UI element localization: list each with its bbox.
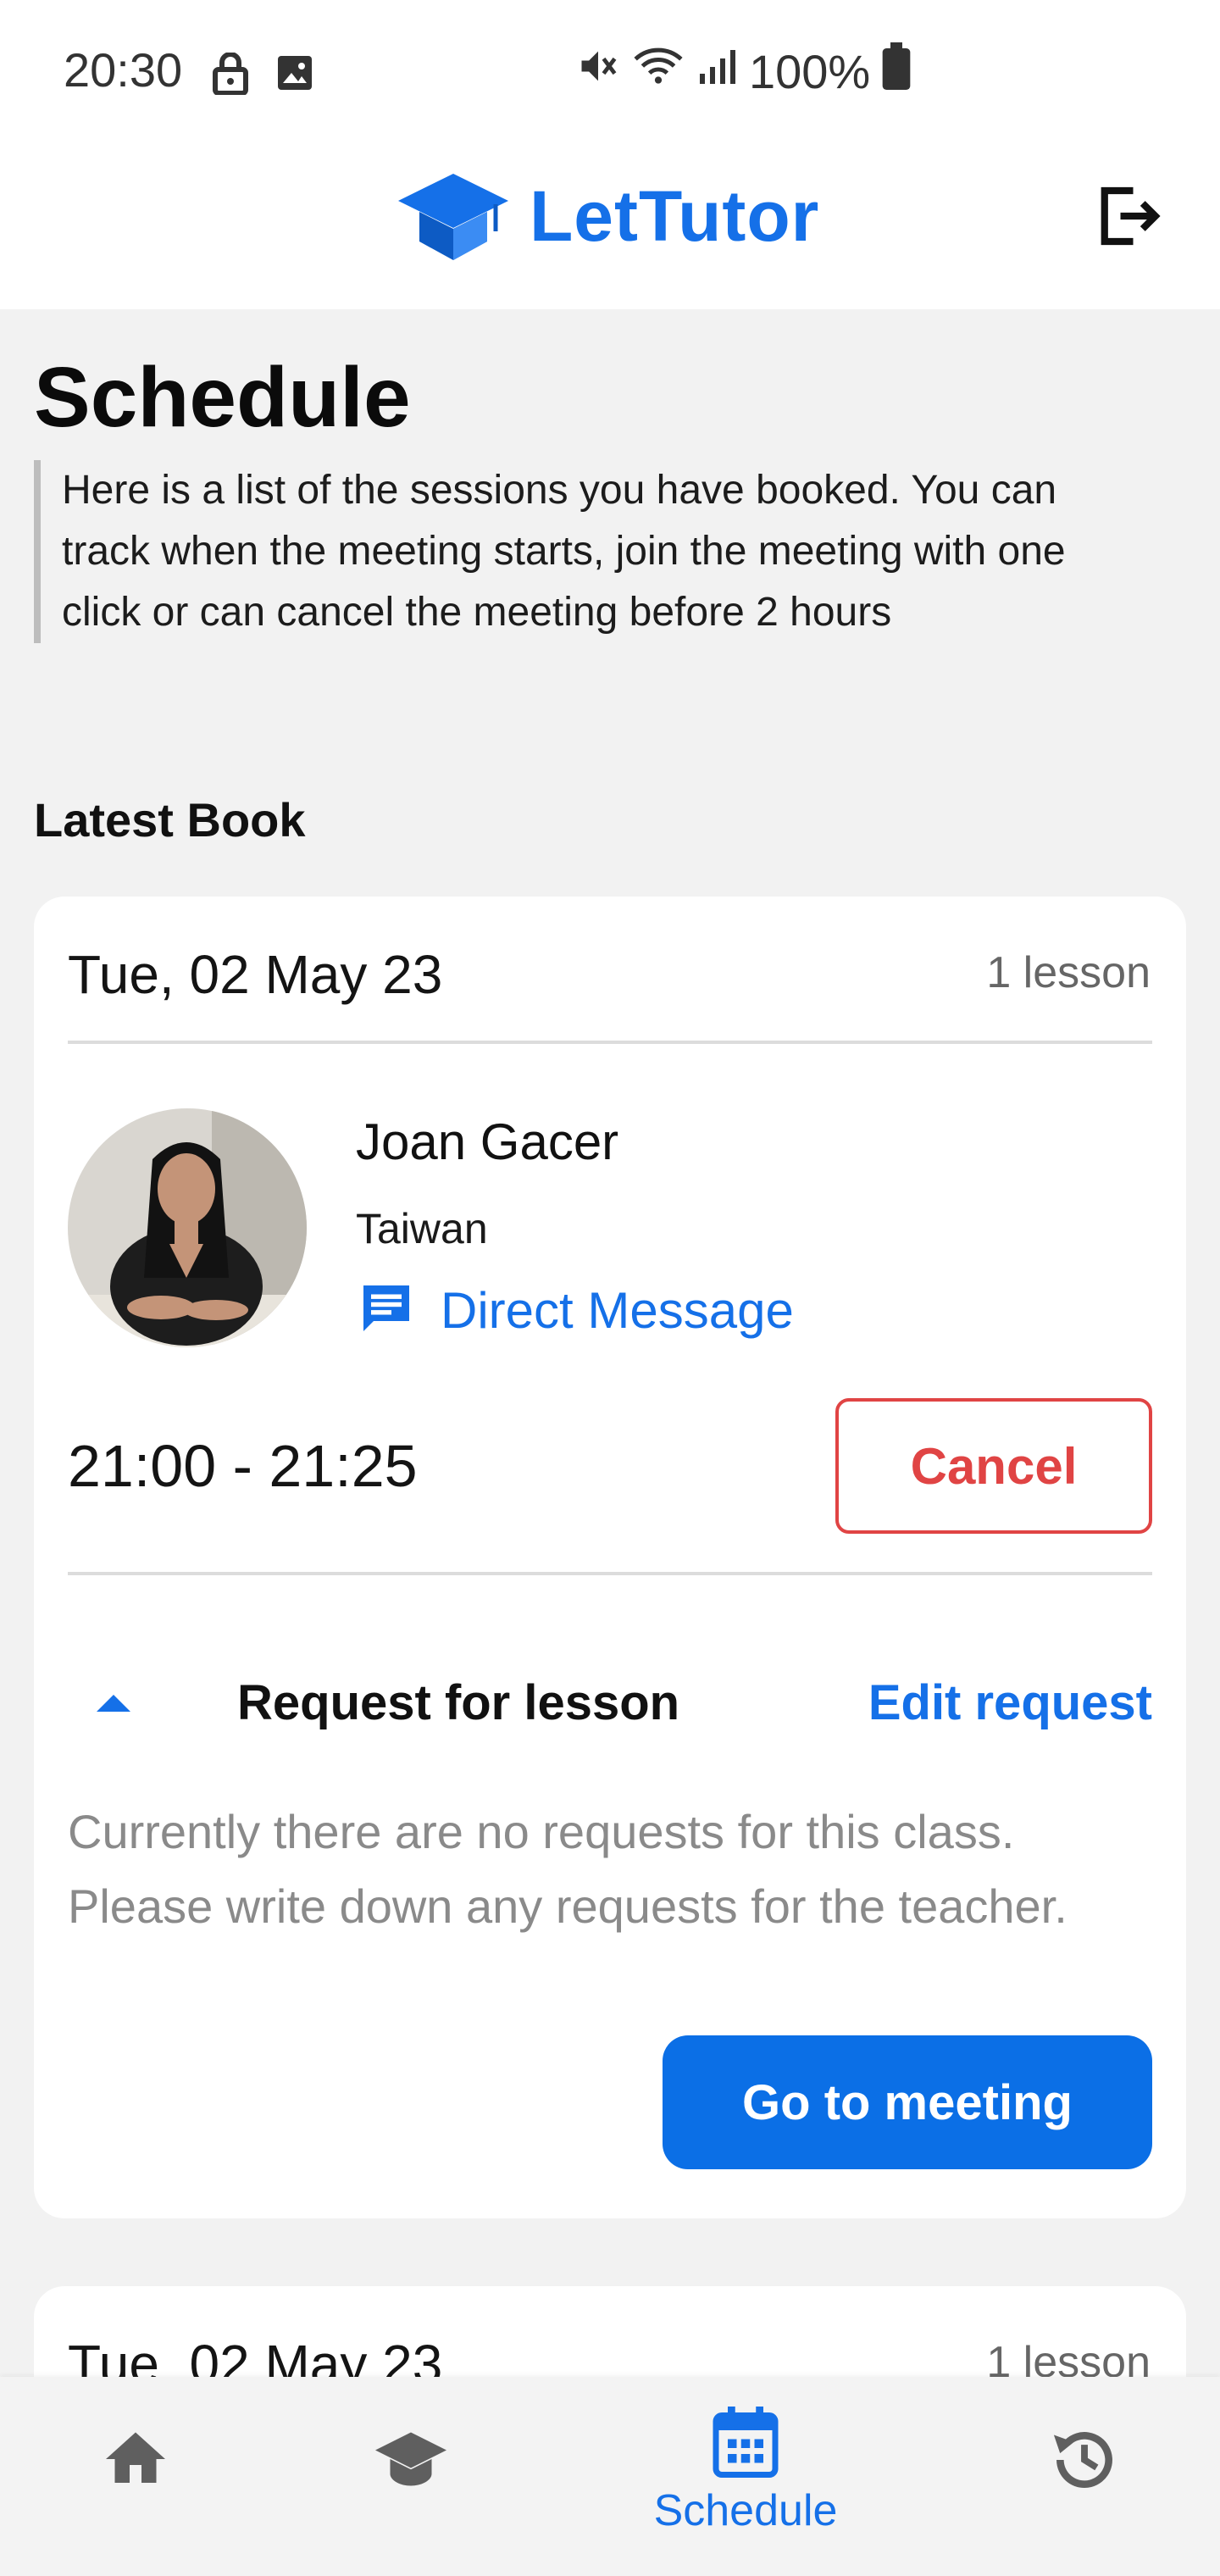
mute-icon — [576, 44, 620, 99]
direct-message-label: Direct Message — [441, 1282, 794, 1339]
tutor-country: Taiwan — [356, 1205, 488, 1252]
calendar-icon — [712, 2407, 779, 2482]
chevron-up-icon[interactable] — [93, 1689, 134, 1718]
request-text: Currently there are no requests for this… — [68, 1805, 1068, 1933]
go-to-meeting-button[interactable]: Go to meeting — [663, 2035, 1152, 2169]
booking-card: Tue, 02 May 23 1 lesson Joan Gacer Taiwa… — [34, 897, 1186, 2218]
divider — [68, 1041, 1152, 1044]
booking-date: Tue, 02 May 23 — [68, 944, 443, 1005]
signal-icon — [696, 44, 737, 99]
status-bar: 20:30 100% — [0, 0, 1220, 144]
tutor-avatar[interactable] — [68, 1108, 307, 1347]
edit-request-link[interactable]: Edit request — [868, 1674, 1152, 1731]
brand-name: LetTutor — [530, 175, 820, 256]
bottom-navigation: Schedule — [0, 2377, 1220, 2576]
graduation-cap-logo-icon — [398, 174, 508, 260]
wifi-icon — [632, 44, 685, 99]
nav-home[interactable] — [80, 2377, 191, 2576]
history-icon — [1048, 2407, 1121, 2501]
page-description: Here is a list of the sessions you have … — [34, 460, 1144, 643]
image-icon — [274, 53, 315, 99]
app-bar: LetTutor — [0, 144, 1220, 309]
direct-message-link[interactable]: Direct Message — [356, 1278, 794, 1343]
battery-icon — [882, 42, 911, 101]
chat-icon — [356, 1278, 417, 1343]
home-icon — [100, 2407, 171, 2499]
request-header[interactable]: Request for lesson Edit request — [68, 1668, 1152, 1744]
cancel-button[interactable]: Cancel — [835, 1398, 1152, 1534]
page-title: Schedule — [34, 350, 411, 445]
app-logo: LetTutor — [394, 165, 819, 267]
request-title: Request for lesson — [237, 1675, 680, 1730]
divider — [68, 1572, 1152, 1575]
nav-schedule-label: Schedule — [653, 2486, 838, 2535]
battery-text: 100% — [749, 45, 871, 98]
section-title: Latest Book — [34, 793, 306, 847]
graduation-cap-icon — [370, 2407, 452, 2499]
tutor-name[interactable]: Joan Gacer — [356, 1113, 618, 1171]
logout-icon[interactable] — [1089, 178, 1165, 254]
lesson-count: 1 lesson — [986, 948, 1151, 997]
status-time: 20:30 — [64, 43, 183, 97]
lock-icon — [212, 52, 249, 99]
nav-history[interactable] — [1029, 2377, 1140, 2576]
nav-schedule[interactable]: Schedule — [627, 2377, 864, 2576]
nav-courses[interactable] — [356, 2377, 466, 2576]
lesson-time-range: 21:00 - 21:25 — [68, 1433, 418, 1499]
